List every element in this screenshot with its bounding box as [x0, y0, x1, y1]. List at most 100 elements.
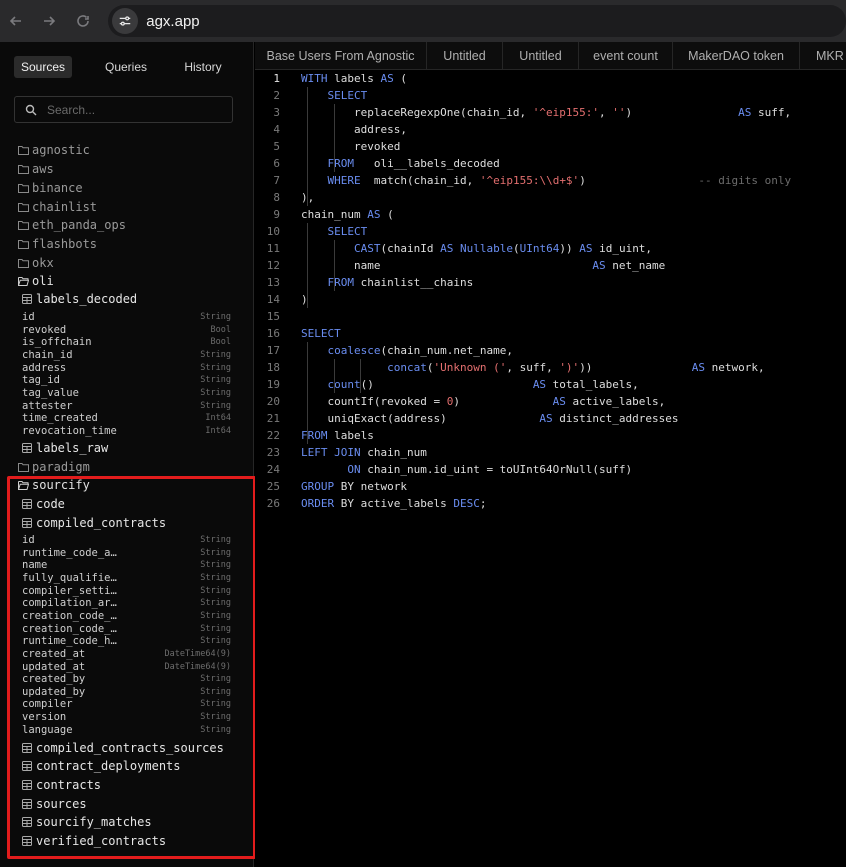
- column-row[interactable]: chain_id String: [22, 349, 231, 361]
- column-type: Int64: [205, 413, 231, 424]
- tree-item-label: oli: [32, 274, 54, 288]
- column-row[interactable]: attester String: [22, 400, 231, 412]
- code-line[interactable]: 5 revoked: [255, 138, 846, 155]
- code-line[interactable]: 21 uniqExact(address) AS distinct_addres…: [255, 410, 846, 427]
- code-line[interactable]: 19 count() AS total_labels,: [255, 376, 846, 393]
- folder-paradigm[interactable]: paradigm: [18, 460, 90, 474]
- code-text: LEFT JOIN chain_num: [301, 444, 427, 461]
- code-line[interactable]: 26 ORDER BY active_labels DESC;: [255, 495, 846, 512]
- tree-item-label: labels_raw: [36, 441, 109, 455]
- url-text[interactable]: agx.app: [146, 13, 199, 30]
- code-line[interactable]: 8),: [255, 189, 846, 206]
- editor-tab[interactable]: Untitled: [503, 42, 579, 69]
- line-number: 7: [273, 174, 280, 187]
- column-name: attester: [22, 399, 73, 412]
- code-text: SELECT: [301, 87, 368, 104]
- code-line[interactable]: 3 replaceRegexpOne(chain_id, '^eip155:',…: [255, 104, 846, 121]
- code-line[interactable]: 13 FROM chainlist__chains: [255, 274, 846, 291]
- editor-tab[interactable]: MakerDAO token: [673, 42, 800, 69]
- code-text: chain_num AS (: [301, 206, 394, 223]
- code-line[interactable]: 2 SELECT: [255, 87, 846, 104]
- folder-chainlist[interactable]: chainlist: [18, 200, 97, 214]
- code-line[interactable]: 15: [255, 308, 846, 325]
- code-line[interactable]: 24 ON chain_num.id_uint = toUInt64OrNull…: [255, 461, 846, 478]
- folder-flashbots[interactable]: flashbots: [18, 237, 97, 251]
- editor-tab[interactable]: MKR: [800, 42, 846, 69]
- code-line[interactable]: 7 WHERE match(chain_id, '^eip155:\\d+$')…: [255, 172, 846, 189]
- column-name: address: [22, 361, 67, 374]
- reload-button[interactable]: [66, 3, 100, 39]
- code-token: CAST: [353, 242, 381, 255]
- code-token: FROM: [327, 276, 355, 289]
- code-line[interactable]: 12 name AS net_name: [255, 257, 846, 274]
- column-row[interactable]: revocation_time Int64: [22, 425, 231, 437]
- browser-toolbar: agx.app: [0, 0, 846, 42]
- code-token: UInt64: [519, 242, 560, 255]
- code-token: DESC: [453, 497, 480, 510]
- indent-guide: [360, 359, 361, 393]
- code-line[interactable]: 11 CAST(chainId AS Nullable(UInt64)) AS …: [255, 240, 846, 257]
- table-labels-decoded[interactable]: labels_decoded: [22, 292, 137, 306]
- table-labels-raw[interactable]: labels_raw: [22, 441, 108, 455]
- code-text: CAST(chainId AS Nullable(UInt64)) AS id_…: [301, 240, 652, 257]
- code-token: concat: [387, 361, 427, 374]
- code-line[interactable]: 18 concat('Unknown (', suff, ')')) AS ne…: [255, 359, 846, 376]
- code-line[interactable]: 1 WITH labels AS (: [255, 70, 846, 87]
- code-text: WITH labels AS (: [301, 70, 407, 87]
- column-row[interactable]: address String: [22, 362, 231, 374]
- tab-sources[interactable]: Sources: [14, 56, 72, 78]
- code-token: net_name: [605, 259, 666, 272]
- code-token: SELECT: [327, 89, 368, 102]
- folder-icon: [18, 221, 29, 230]
- line-number: 20: [266, 395, 280, 408]
- code-line[interactable]: 14): [255, 291, 846, 308]
- site-settings-icon[interactable]: [112, 8, 139, 34]
- column-row[interactable]: tag_value String: [22, 387, 231, 399]
- column-row[interactable]: revoked Bool: [22, 324, 231, 336]
- editor-tab[interactable]: Untitled: [427, 42, 503, 69]
- column-type: String: [200, 312, 231, 322]
- table-icon: [22, 294, 32, 304]
- code-line[interactable]: 23 LEFT JOIN chain_num: [255, 444, 846, 461]
- code-token: SELECT: [327, 225, 368, 238]
- folder-binance[interactable]: binance: [18, 181, 83, 195]
- column-row[interactable]: time_created Int64: [22, 412, 231, 424]
- forward-button[interactable]: [32, 3, 66, 39]
- editor-tab[interactable]: Base Users From Agnostic: [255, 42, 427, 69]
- code-line[interactable]: 22 FROM labels: [255, 427, 846, 444]
- column-type: Bool: [210, 337, 231, 348]
- folder-oli[interactable]: oli: [18, 274, 54, 288]
- indent-guide: [334, 359, 335, 393]
- code-line[interactable]: 16 SELECT: [255, 325, 846, 342]
- line-number: 12: [266, 259, 280, 272]
- code-token: ): [579, 174, 699, 187]
- address-bar[interactable]: agx.app: [108, 5, 846, 37]
- code-token: ORDER: [301, 497, 335, 510]
- column-row[interactable]: is_offchain Bool: [22, 336, 231, 348]
- column-row[interactable]: tag_id String: [22, 374, 231, 386]
- code-line[interactable]: 25 GROUP BY network: [255, 478, 846, 495]
- code-line[interactable]: 6 FROM oli__labels_decoded: [255, 155, 846, 172]
- folder-okx[interactable]: okx: [18, 256, 54, 270]
- code-line[interactable]: 20 countIf(revoked = 0) AS active_labels…: [255, 393, 846, 410]
- code-token: )): [559, 242, 580, 255]
- code-line[interactable]: 4 address,: [255, 121, 846, 138]
- folder-aws[interactable]: aws: [18, 162, 54, 176]
- folder-icon: [18, 240, 29, 249]
- code-line[interactable]: 9 chain_num AS (: [255, 206, 846, 223]
- back-button[interactable]: [0, 3, 32, 39]
- folder-agnostic[interactable]: agnostic: [18, 143, 90, 157]
- folder-eth_panda_ops[interactable]: eth_panda_ops: [18, 218, 126, 232]
- line-number: 9: [273, 208, 280, 221]
- code-line[interactable]: 10 SELECT: [255, 223, 846, 240]
- code-text: address,: [301, 121, 407, 138]
- column-row[interactable]: id String: [22, 311, 231, 323]
- editor-tab[interactable]: event count: [579, 42, 673, 69]
- tab-history[interactable]: History: [168, 56, 238, 78]
- search-input[interactable]: [47, 102, 217, 117]
- code-token: AS: [440, 242, 454, 255]
- tab-queries[interactable]: Queries: [86, 56, 166, 78]
- code-line[interactable]: 17 coalesce(chain_num.net_name,: [255, 342, 846, 359]
